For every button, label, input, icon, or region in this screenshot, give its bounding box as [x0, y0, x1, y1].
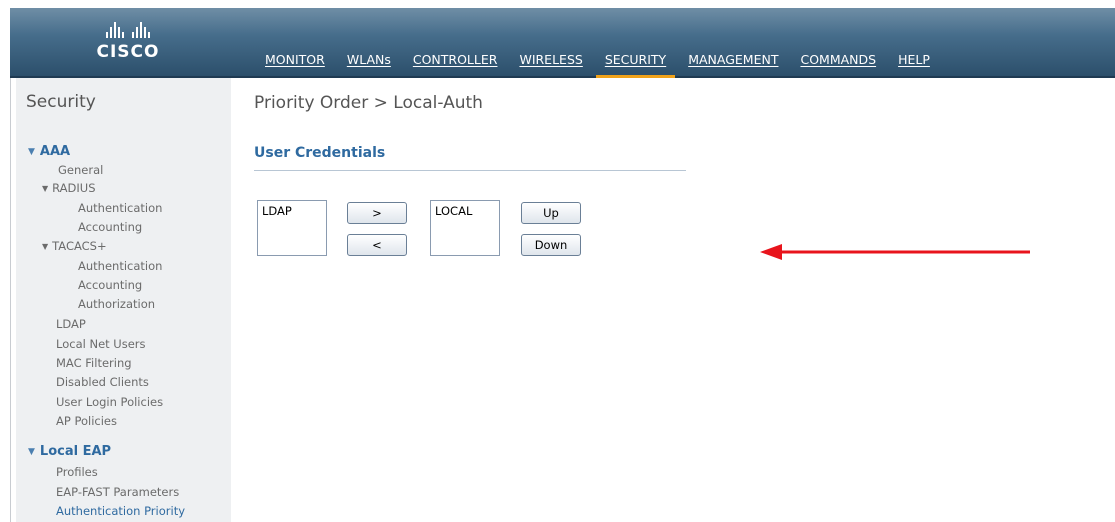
- section-divider: [254, 170, 686, 171]
- nav-management[interactable]: MANAGEMENT: [677, 50, 789, 76]
- section-heading: User Credentials: [254, 145, 386, 161]
- nav-controller[interactable]: CONTROLLER: [402, 50, 509, 76]
- sidebar: Security ▼ AAA General ▼ RADIUS Authentica…: [16, 78, 231, 522]
- cisco-logo: CISCO: [78, 20, 178, 70]
- sidebar-item-ap-policies[interactable]: AP Policies: [56, 414, 117, 428]
- sidebar-item-label: RADIUS: [52, 181, 96, 195]
- sidebar-item-radius-accounting[interactable]: Accounting: [78, 220, 142, 234]
- triangle-down-icon: ▼: [28, 447, 35, 457]
- nav-help[interactable]: HELP: [887, 50, 941, 76]
- triangle-down-icon: ▼: [42, 242, 49, 251]
- move-left-button[interactable]: <: [347, 234, 407, 256]
- triangle-down-icon: ▼: [28, 147, 35, 157]
- sidebar-section-local-eap[interactable]: ▼ Local EAP: [28, 444, 111, 459]
- sidebar-title: Security: [26, 92, 96, 112]
- sidebar-item-mac-filtering[interactable]: MAC Filtering: [56, 356, 132, 370]
- nav-monitor[interactable]: MONITOR: [254, 50, 336, 76]
- logo-text: CISCO: [96, 42, 160, 62]
- sidebar-section-label: Local EAP: [39, 444, 112, 459]
- sidebar-item-local-net-users[interactable]: Local Net Users: [56, 337, 146, 351]
- sidebar-item-profiles[interactable]: Profiles: [56, 465, 98, 479]
- sidebar-item-tacacs-accounting[interactable]: Accounting: [78, 278, 142, 292]
- list-item[interactable]: LDAP: [262, 204, 322, 218]
- sidebar-item-tacacs[interactable]: ▼ TACACS+: [42, 239, 107, 253]
- top-header: CISCO MONITOR WLANs CONTROLLER WIRELESS …: [10, 8, 1115, 78]
- nav-wireless[interactable]: WIRELESS: [508, 50, 593, 76]
- sidebar-item-disabled-clients[interactable]: Disabled Clients: [56, 375, 149, 389]
- sidebar-item-user-login-policies[interactable]: User Login Policies: [56, 395, 163, 409]
- main-nav: MONITOR WLANs CONTROLLER WIRELESS SECURI…: [254, 50, 941, 78]
- priority-order-listbox[interactable]: LOCAL: [430, 200, 500, 256]
- nav-wlans[interactable]: WLANs: [336, 50, 402, 76]
- nav-commands[interactable]: COMMANDS: [789, 50, 887, 76]
- triangle-down-icon: ▼: [42, 184, 49, 193]
- page-title: Priority Order > Local-Auth: [254, 93, 483, 113]
- available-methods-listbox[interactable]: LDAP: [257, 200, 327, 256]
- sidebar-item-ldap[interactable]: LDAP: [56, 317, 86, 331]
- sidebar-section-label: AAA: [39, 144, 71, 159]
- logo-bars-icon: [78, 20, 178, 38]
- up-button[interactable]: Up: [521, 202, 581, 224]
- move-right-button[interactable]: >: [347, 202, 407, 224]
- sidebar-item-radius[interactable]: ▼ RADIUS: [42, 181, 96, 195]
- sidebar-item-radius-authentication[interactable]: Authentication: [78, 201, 162, 215]
- sidebar-item-label: TACACS+: [52, 239, 107, 253]
- sidebar-item-tacacs-authentication[interactable]: Authentication: [78, 259, 162, 273]
- sidebar-section-aaa[interactable]: ▼ AAA: [28, 144, 70, 159]
- down-button[interactable]: Down: [521, 234, 581, 256]
- sidebar-item-eap-fast-parameters[interactable]: EAP-FAST Parameters: [56, 485, 179, 499]
- list-item[interactable]: LOCAL: [435, 204, 495, 218]
- sidebar-item-general[interactable]: General: [58, 163, 103, 177]
- sidebar-item-tacacs-authorization[interactable]: Authorization: [78, 297, 155, 311]
- nav-security[interactable]: SECURITY: [594, 50, 677, 78]
- sidebar-item-authentication-priority[interactable]: Authentication Priority: [56, 504, 185, 518]
- annotation-arrow-icon: [760, 244, 1030, 260]
